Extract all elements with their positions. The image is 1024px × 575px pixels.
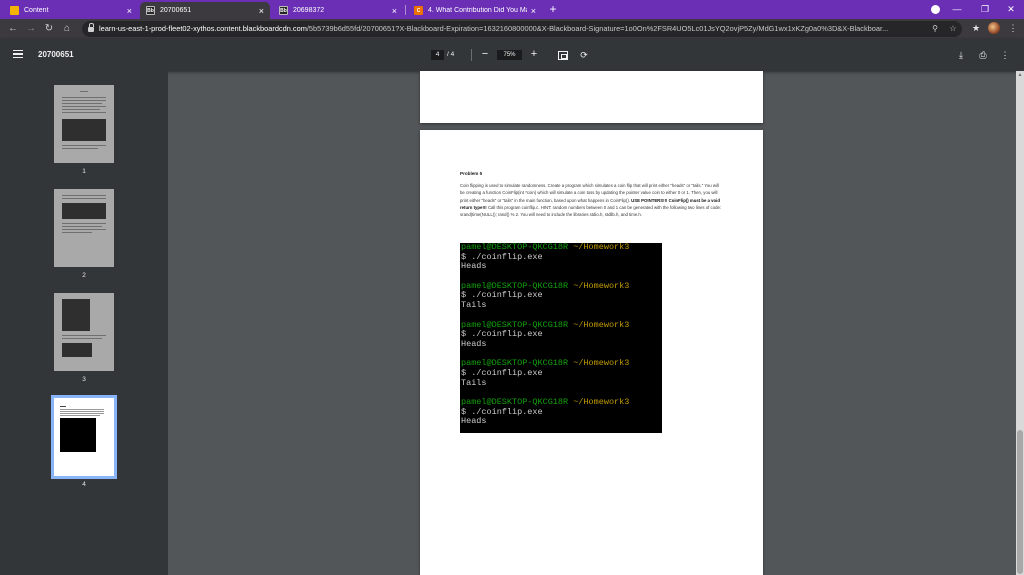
toolbar-divider — [471, 49, 472, 61]
zoom-in-button[interactable]: + — [528, 48, 540, 61]
menu-hamburger-icon[interactable] — [13, 50, 23, 59]
terminal-run: pamel@DESKTOP-QKCG18R ~/Homework3 $ ./co… — [461, 319, 662, 360]
tab-title: 20700651 — [160, 7, 192, 14]
problem-text-rest: Call this program coinflip.c. HINT: rand… — [460, 204, 722, 218]
reload-icon[interactable]: ↻ — [42, 22, 56, 36]
thumbnail-label-3: 3 — [82, 376, 86, 383]
rotate-icon[interactable]: ⟳ — [578, 49, 590, 61]
terminal-user: pamel@DESKTOP-QKCG18R — [461, 397, 569, 408]
back-arrow-icon[interactable]: ← — [6, 22, 20, 36]
terminal-path: ~/Homework3 — [573, 280, 630, 291]
terminal-path: ~/Homework3 — [573, 397, 630, 408]
terminal-output: Heads — [461, 416, 487, 427]
close-icon[interactable]: × — [392, 6, 397, 16]
tab-20700651[interactable]: Bb 20700651 × — [140, 2, 270, 19]
page-thumbnail-4[interactable] — [51, 395, 117, 479]
zoom-level-input[interactable]: 75% — [497, 50, 522, 60]
minimize-icon[interactable]: — — [948, 2, 966, 16]
terminal-run: pamel@DESKTOP-QKCG18R ~/Homework3 $ ./co… — [461, 242, 662, 282]
profile-avatar[interactable] — [988, 22, 1000, 34]
scroll-up-arrow-icon[interactable]: ▲ — [1017, 72, 1023, 78]
window-close-icon[interactable]: ✕ — [1002, 2, 1020, 16]
page-thumbnail-1[interactable] — [54, 85, 114, 163]
page-thumbnail-3[interactable] — [54, 293, 114, 371]
address-bar[interactable]: learn-us-east-1-prod-fleet02-xythos.cont… — [82, 21, 962, 37]
document-title: 20700651 — [38, 50, 74, 59]
terminal-run: pamel@DESKTOP-QKCG18R ~/Homework3 $ ./co… — [461, 397, 662, 437]
close-icon[interactable]: × — [259, 6, 264, 16]
tab-title: 20698372 — [293, 7, 325, 14]
blackboard-bb-icon: Bb — [279, 6, 288, 15]
page-total-value: 4 — [450, 51, 455, 58]
blackboard-bb-icon: Bb — [146, 6, 155, 15]
terminal-output: Tails — [461, 299, 487, 310]
close-icon[interactable]: × — [127, 6, 132, 16]
tab-content[interactable]: Content × — [4, 2, 138, 19]
terminal-path: ~/Homework3 — [573, 358, 630, 369]
chegg-c-icon: C — [414, 6, 423, 15]
lock-icon — [88, 23, 94, 32]
terminal-output: Heads — [461, 338, 487, 349]
terminal-user: pamel@DESKTOP-QKCG18R — [461, 319, 569, 330]
new-tab-button[interactable]: + — [546, 2, 560, 16]
terminal-user: pamel@DESKTOP-QKCG18R — [461, 242, 569, 252]
terminal-command: $ ./coinflip.exe — [461, 406, 543, 417]
zoom-out-button[interactable]: − — [479, 48, 491, 61]
page-separator: / — [447, 51, 449, 58]
terminal-command: $ ./coinflip.exe — [461, 251, 543, 262]
pdf-toolbar: 20700651 4 / 4 − 75% + ⟳ ⤓ ⎙ ⋮ — [0, 39, 1024, 71]
print-icon[interactable]: ⎙ — [977, 49, 989, 61]
url-path: /5b5739b6d55fd/20700651?X-Blackboard-Exp… — [306, 24, 889, 33]
terminal-path: ~/Homework3 — [573, 242, 630, 252]
bookmark-star-icon[interactable]: ☆ — [947, 23, 959, 35]
terminal-run: pamel@DESKTOP-QKCG18R ~/Homework3 $ ./co… — [461, 280, 662, 321]
terminal-output: Heads — [461, 261, 487, 272]
home-icon[interactable]: ⌂ — [60, 22, 74, 36]
terminal-command: $ ./coinflip.exe — [461, 290, 543, 301]
tab-separator — [405, 5, 406, 15]
pdf-page-3 — [420, 71, 763, 123]
terminal-user: pamel@DESKTOP-QKCG18R — [461, 280, 569, 291]
terminal-screenshot: pamel@DESKTOP-QKCG18R ~/Homework3 $ ./co… — [460, 242, 662, 433]
page-thumbnail-2[interactable] — [54, 189, 114, 267]
tab-chegg[interactable]: C 4. What Contribution Did You Make × — [408, 2, 542, 19]
tab-title: 4. What Contribution Did You Make — [428, 7, 527, 14]
browser-toolbar: ← → ↻ ⌂ learn-us-east-1-prod-fleet02-xyt… — [0, 19, 1024, 39]
problem-heading: Problem 5 — [460, 171, 483, 176]
thumbnail-label-1: 1 — [82, 168, 86, 175]
extensions-puzzle-icon[interactable]: ★ — [970, 22, 982, 34]
restore-icon[interactable]: ❐ — [976, 2, 994, 16]
tab-search-icon[interactable] — [931, 5, 940, 14]
tab-20698372[interactable]: Bb 20698372 × — [273, 2, 403, 19]
url-text[interactable]: learn-us-east-1-prod-fleet02-xythos.cont… — [99, 24, 911, 33]
page-total: / 4 — [447, 51, 454, 58]
thumbnail-label-4: 4 — [82, 481, 86, 488]
thumbnail-label-2: 2 — [82, 272, 86, 279]
tab-strip: Content × Bb 20700651 × Bb 20698372 × C … — [0, 0, 1024, 19]
tab-title: Content — [24, 7, 49, 14]
terminal-output: Tails — [461, 377, 487, 388]
terminal-path: ~/Homework3 — [573, 319, 630, 330]
url-host: learn-us-east-1-prod-fleet02-xythos.cont… — [99, 24, 307, 33]
zoom-magnifier-icon[interactable]: ⚲ — [929, 23, 941, 35]
page-number-input[interactable]: 4 — [431, 50, 444, 60]
terminal-user: pamel@DESKTOP-QKCG18R — [461, 358, 569, 369]
blackboard-folder-icon — [10, 6, 19, 15]
terminal-command: $ ./coinflip.exe — [461, 367, 543, 378]
kebab-menu-icon[interactable]: ⋮ — [1007, 22, 1019, 34]
forward-arrow-icon[interactable]: → — [24, 22, 38, 36]
terminal-run: pamel@DESKTOP-QKCG18R ~/Homework3 $ ./co… — [461, 359, 662, 398]
download-icon[interactable]: ⤓ — [955, 49, 967, 61]
fit-to-page-icon[interactable] — [558, 51, 568, 60]
close-icon[interactable]: × — [531, 6, 536, 16]
scrollbar-thumb[interactable] — [1017, 430, 1023, 574]
problem-description: Coin flipping is used to simulate random… — [460, 182, 722, 218]
more-actions-icon[interactable]: ⋮ — [999, 49, 1011, 61]
terminal-command: $ ./coinflip.exe — [461, 329, 543, 340]
